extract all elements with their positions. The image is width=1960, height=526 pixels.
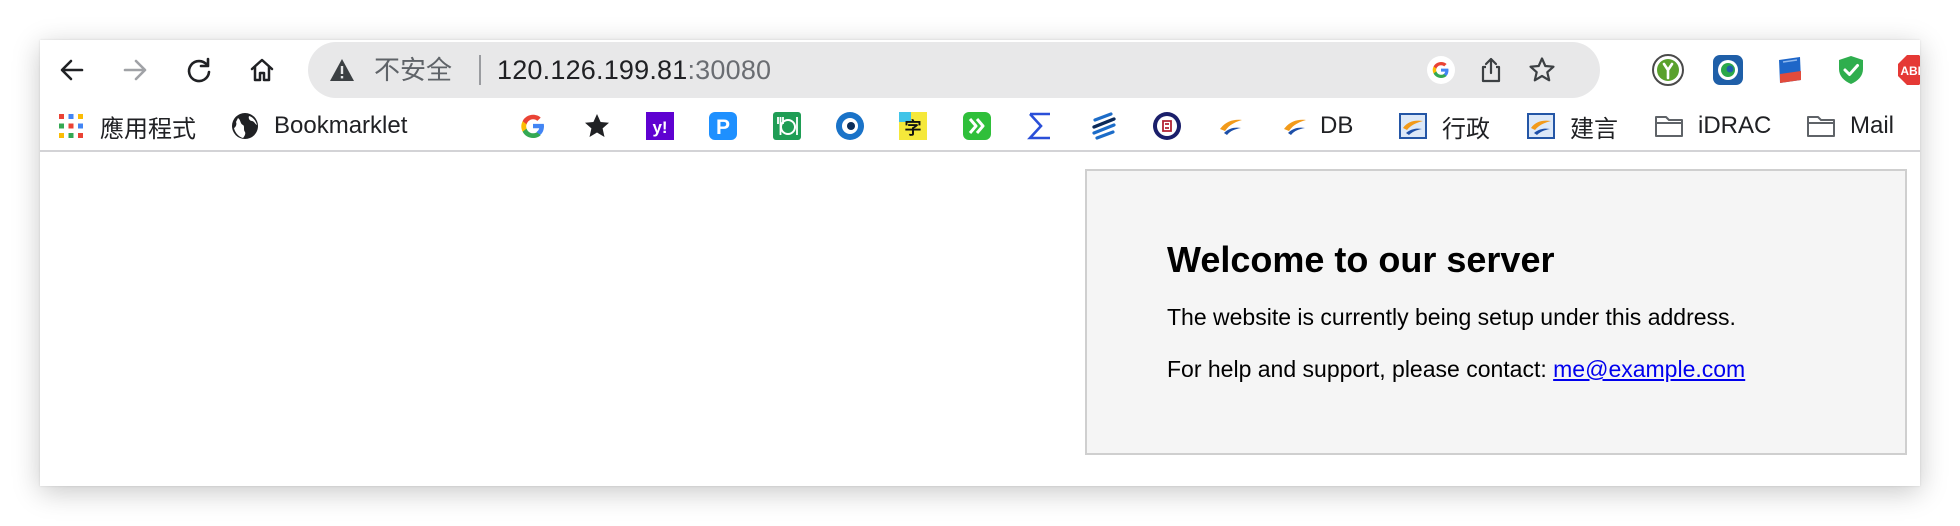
abp-text: ABP	[1900, 64, 1920, 78]
bookmark-star-button[interactable]	[1527, 55, 1557, 85]
bookmark-label: 應用程式	[100, 115, 196, 143]
forward-button[interactable]	[115, 50, 155, 90]
bookmark-sigma[interactable]	[1025, 110, 1055, 142]
adblock-plus-icon: ABP	[1898, 55, 1920, 85]
bookmark-eye[interactable]	[835, 110, 865, 142]
bookmark-suggestion[interactable]: 建言	[1526, 110, 1618, 143]
sigma-icon	[1027, 112, 1050, 140]
bird-square-icon	[1399, 113, 1427, 139]
extension-button-1[interactable]	[1652, 54, 1684, 86]
bookmark-bird-1[interactable]	[1216, 110, 1246, 142]
green-shield-extension-icon	[1839, 56, 1863, 84]
bookmarks-bar: 應用程式 Bookmarklet y! P 字 DB 行政 建言 iDRAC M…	[40, 100, 1920, 152]
parking-text: P	[716, 116, 730, 139]
globe-icon	[232, 113, 258, 139]
extension-button-5[interactable]: ABP	[1897, 54, 1920, 86]
green-restaurant-icon	[773, 112, 801, 140]
bookmark-folder-idrac[interactable]: iDRAC	[1654, 110, 1771, 142]
reload-button[interactable]	[179, 50, 219, 90]
share-icon	[1481, 57, 1501, 83]
bookmark-label: 行政	[1442, 115, 1490, 143]
support-prefix: For help and support, please contact:	[1167, 356, 1554, 382]
bookmark-label: DB	[1320, 112, 1354, 139]
arrow-left-icon	[60, 59, 84, 81]
bookmark-restaurant[interactable]	[772, 110, 802, 142]
folder-icon	[1807, 116, 1835, 137]
google-lens-button[interactable]	[1426, 55, 1456, 85]
folder-icon	[1655, 116, 1683, 137]
yahoo-text: y!	[652, 118, 667, 137]
yahoo-icon: y!	[646, 112, 674, 140]
url-host: 120.126.199.81	[497, 55, 688, 85]
bookmark-admin[interactable]: 行政	[1398, 110, 1490, 143]
google-g-icon	[1427, 56, 1455, 84]
welcome-heading: Welcome to our server	[1167, 239, 1555, 280]
bookmark-dictionary[interactable]: 字	[898, 110, 928, 142]
green-double-chevron-icon	[963, 112, 991, 140]
bookmark-bookmarklet[interactable]: Bookmarklet	[230, 110, 407, 142]
extension-button-4[interactable]	[1835, 54, 1867, 86]
browser-window: 不安全 120.126.199.81:30080 AB 應用程式 Bookmar…	[40, 40, 1920, 486]
star-icon	[585, 114, 609, 137]
arrow-right-icon	[123, 59, 147, 81]
welcome-panel: Welcome to our server The website is cur…	[1085, 169, 1907, 455]
character-text: 字	[905, 118, 922, 139]
bookmark-label: iDRAC	[1698, 112, 1772, 139]
bookmark-starred[interactable]	[582, 110, 612, 142]
google-g-icon	[521, 114, 544, 138]
bookmark-folder-mail[interactable]: Mail	[1806, 110, 1894, 142]
bookmark-seal[interactable]	[1152, 110, 1182, 142]
yellow-character-icon: 字	[899, 112, 927, 140]
eye-circle-icon	[836, 112, 864, 140]
omnibox-divider	[479, 55, 481, 85]
bookmark-label: Mail	[1850, 112, 1895, 139]
extension-button-3[interactable]	[1774, 54, 1806, 86]
bookmark-google[interactable]	[518, 110, 548, 142]
bookmark-parking[interactable]: P	[708, 110, 738, 142]
bookmark-stripes[interactable]	[1089, 110, 1119, 142]
parking-p-icon: P	[709, 112, 737, 140]
green-runner-extension-icon	[1652, 54, 1684, 86]
support-message: For help and support, please contact: me…	[1167, 356, 1745, 383]
share-button[interactable]	[1476, 55, 1506, 85]
reload-icon	[187, 57, 211, 83]
warning-triangle-icon[interactable]	[328, 56, 356, 84]
blue-circle-extension-icon	[1713, 55, 1743, 85]
extension-button-2[interactable]	[1712, 54, 1744, 86]
bird-logo-icon	[1220, 119, 1242, 135]
browser-toolbar: 不安全 120.126.199.81:30080 AB	[40, 40, 1920, 100]
address-bar[interactable]: 不安全 120.126.199.81:30080	[308, 42, 1600, 98]
bookmark-yahoo[interactable]: y!	[645, 110, 675, 142]
seal-circle-icon	[1153, 112, 1181, 140]
bookmark-label: Bookmarklet	[274, 112, 408, 139]
home-icon	[250, 58, 274, 82]
url-port: :30080	[687, 55, 772, 85]
blue-notebook-extension-icon	[1779, 57, 1801, 83]
security-status-label[interactable]: 不安全	[374, 55, 452, 85]
setup-message: The website is currently being setup und…	[1167, 304, 1736, 330]
bookmark-apps[interactable]: 應用程式	[56, 110, 196, 143]
home-button[interactable]	[242, 50, 282, 90]
apps-grid-icon	[59, 114, 83, 138]
contact-email-link[interactable]: me@example.com	[1553, 356, 1745, 382]
page-viewport: Welcome to our server The website is cur…	[40, 154, 1920, 486]
bookmark-star-icon	[1529, 57, 1555, 82]
bookmark-db[interactable]: DB	[1280, 110, 1353, 142]
bookmark-forward[interactable]	[962, 110, 992, 142]
blue-s-stripes-icon	[1092, 112, 1116, 140]
bird-square-icon	[1527, 113, 1555, 139]
url-text[interactable]: 120.126.199.81:30080	[497, 55, 771, 85]
back-button[interactable]	[52, 50, 92, 90]
bookmark-label: 建言	[1570, 115, 1618, 143]
bird-logo-icon	[1284, 119, 1306, 135]
